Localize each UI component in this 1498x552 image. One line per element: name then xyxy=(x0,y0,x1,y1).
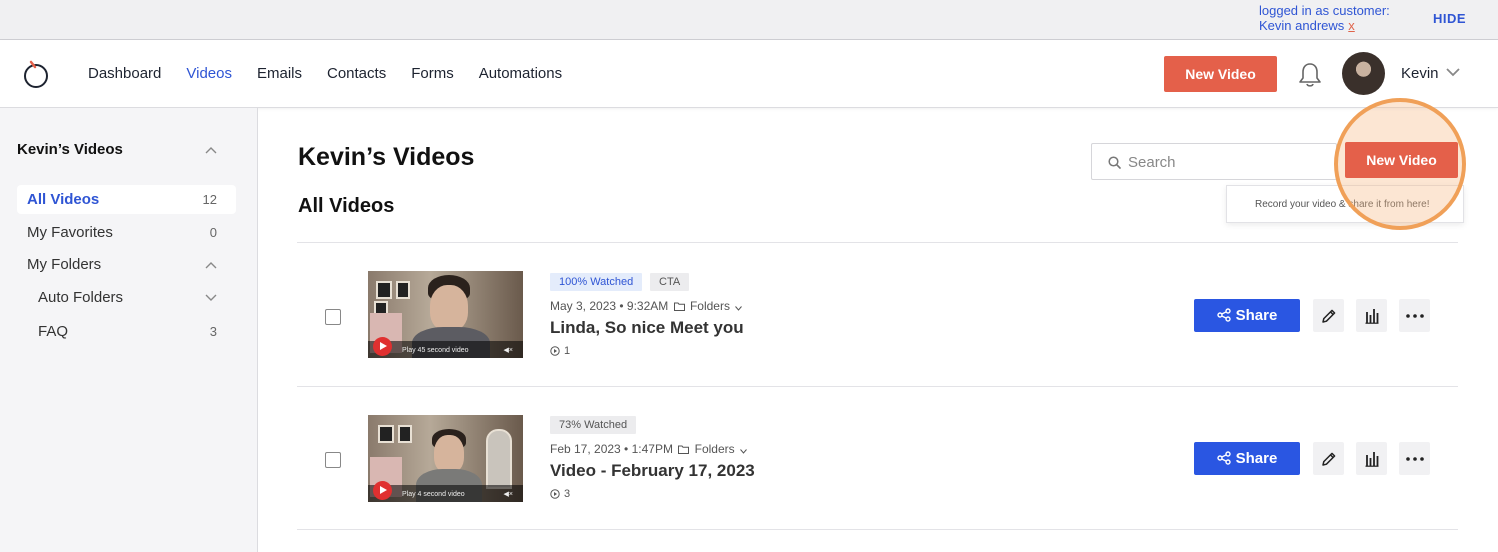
video-meta: Feb 17, 2023 • 1:47PM Folders xyxy=(550,442,749,456)
chevron-down-icon[interactable] xyxy=(1446,67,1460,77)
play-circle-icon xyxy=(550,346,560,356)
user-name[interactable]: Kevin xyxy=(1401,65,1439,82)
video-thumbnail[interactable]: Play 45 second video ◀× xyxy=(368,271,523,358)
folder-link[interactable]: Folders xyxy=(695,442,735,456)
folder-icon xyxy=(678,445,690,454)
sidebar: Kevin’s Videos All Videos 12 My Favorite… xyxy=(0,108,258,552)
logout-customer-link[interactable]: x xyxy=(1348,18,1355,33)
user-avatar[interactable] xyxy=(1342,52,1385,95)
sidebar-item-label: Auto Folders xyxy=(38,289,124,306)
sidebar-item-my-folders[interactable]: My Folders xyxy=(17,250,236,279)
video-date: Feb 17, 2023 • 1:47PM xyxy=(550,442,673,456)
view-count-value: 3 xyxy=(564,488,571,500)
sidebar-item-label: All Videos xyxy=(27,191,100,208)
bell-icon[interactable] xyxy=(1297,61,1323,89)
sidebar-item-label: My Folders xyxy=(27,256,102,273)
play-video-label: Play 45 second video xyxy=(402,347,469,354)
nav-forms[interactable]: Forms xyxy=(411,65,454,82)
nav-emails[interactable]: Emails xyxy=(257,65,302,82)
play-icon[interactable] xyxy=(373,481,392,500)
main-nav-links: Dashboard Videos Emails Contacts Forms A… xyxy=(88,65,587,82)
video-date: May 3, 2023 • 9:32AM xyxy=(550,299,669,313)
more-dots-icon xyxy=(1405,456,1424,461)
customer-banner: logged in as customer: Kevin andrews x HI… xyxy=(0,0,1498,40)
sidebar-item-count: 12 xyxy=(202,192,217,207)
sidebar-item-faq[interactable]: FAQ 3 xyxy=(28,317,236,346)
nav-dashboard[interactable]: Dashboard xyxy=(88,65,161,82)
more-options-button[interactable] xyxy=(1399,299,1430,332)
new-video-button[interactable]: New Video xyxy=(1345,142,1458,178)
page-title: Kevin’s Videos xyxy=(298,143,475,171)
section-title: All Videos xyxy=(298,195,395,217)
share-icon xyxy=(1216,308,1231,322)
nav-automations[interactable]: Automations xyxy=(479,65,562,82)
divider xyxy=(297,529,1458,530)
search-box[interactable] xyxy=(1091,143,1337,180)
pencil-icon xyxy=(1321,452,1335,466)
video-title[interactable]: Video - February 17, 2023 xyxy=(550,461,755,481)
chevron-down-icon[interactable] xyxy=(205,294,217,302)
view-count: 1 xyxy=(550,345,570,357)
video-meta: May 3, 2023 • 9:32AM Folders xyxy=(550,299,744,313)
chevron-up-icon[interactable] xyxy=(205,261,217,269)
sidebar-item-count: 3 xyxy=(209,324,217,339)
cta-badge: CTA xyxy=(650,273,690,291)
video-title[interactable]: Linda, So nice Meet you xyxy=(550,318,744,338)
chevron-down-icon[interactable] xyxy=(735,306,743,311)
share-button[interactable]: Share xyxy=(1194,442,1300,475)
share-icon xyxy=(1216,451,1231,465)
more-options-button[interactable] xyxy=(1399,442,1430,475)
logged-in-info: logged in as customer: Kevin andrews x xyxy=(1259,3,1390,33)
chevron-up-icon[interactable] xyxy=(205,146,217,154)
bar-chart-icon xyxy=(1365,308,1378,324)
customer-name: Kevin andrews xyxy=(1259,18,1345,33)
share-label: Share xyxy=(1235,450,1278,467)
mute-icon[interactable]: ◀× xyxy=(504,346,513,354)
more-dots-icon xyxy=(1405,313,1424,318)
play-icon[interactable] xyxy=(373,337,392,356)
pencil-icon xyxy=(1321,309,1335,323)
video-checkbox[interactable] xyxy=(325,309,341,325)
video-row: Play 45 second video ◀× 100% Watched CTA… xyxy=(297,244,1458,386)
edit-button[interactable] xyxy=(1313,299,1344,332)
play-circle-icon xyxy=(550,489,560,499)
nav-videos[interactable]: Videos xyxy=(186,65,232,82)
video-row: Play 4 second video ◀× 73% Watched Feb 1… xyxy=(297,387,1458,529)
hide-banner-link[interactable]: HIDE xyxy=(1433,11,1466,26)
video-thumbnail[interactable]: Play 4 second video ◀× xyxy=(368,415,523,502)
play-video-label: Play 4 second video xyxy=(402,491,465,498)
edit-button[interactable] xyxy=(1313,442,1344,475)
share-button[interactable]: Share xyxy=(1194,299,1300,332)
view-count: 3 xyxy=(550,488,570,500)
sidebar-item-count: 0 xyxy=(209,225,217,240)
app-logo-icon[interactable] xyxy=(22,58,50,90)
chevron-down-icon[interactable] xyxy=(740,449,747,454)
view-count-value: 1 xyxy=(564,345,571,357)
bar-chart-icon xyxy=(1365,451,1378,467)
analytics-button[interactable] xyxy=(1356,442,1387,475)
folder-icon xyxy=(673,302,685,311)
search-icon xyxy=(1108,156,1121,169)
logged-in-label: logged in as customer: xyxy=(1259,3,1390,18)
share-label: Share xyxy=(1235,307,1278,324)
watched-badge: 100% Watched xyxy=(550,273,643,291)
sidebar-title: Kevin’s Videos xyxy=(17,141,123,158)
divider xyxy=(297,242,1458,243)
nav-contacts[interactable]: Contacts xyxy=(327,65,386,82)
sidebar-item-label: My Favorites xyxy=(27,224,113,241)
sidebar-item-label: FAQ xyxy=(38,323,69,340)
watched-badge: 73% Watched xyxy=(550,416,637,434)
video-checkbox[interactable] xyxy=(325,452,341,468)
folder-link[interactable]: Folders xyxy=(690,299,730,313)
sidebar-item-all-videos[interactable]: All Videos 12 xyxy=(17,185,236,214)
analytics-button[interactable] xyxy=(1356,299,1387,332)
header-new-video-button[interactable]: New Video xyxy=(1164,56,1277,92)
search-input[interactable] xyxy=(1128,150,1328,174)
mute-icon[interactable]: ◀× xyxy=(504,490,513,498)
top-nav: Dashboard Videos Emails Contacts Forms A… xyxy=(0,40,1498,108)
sidebar-item-my-favorites[interactable]: My Favorites 0 xyxy=(17,218,236,247)
